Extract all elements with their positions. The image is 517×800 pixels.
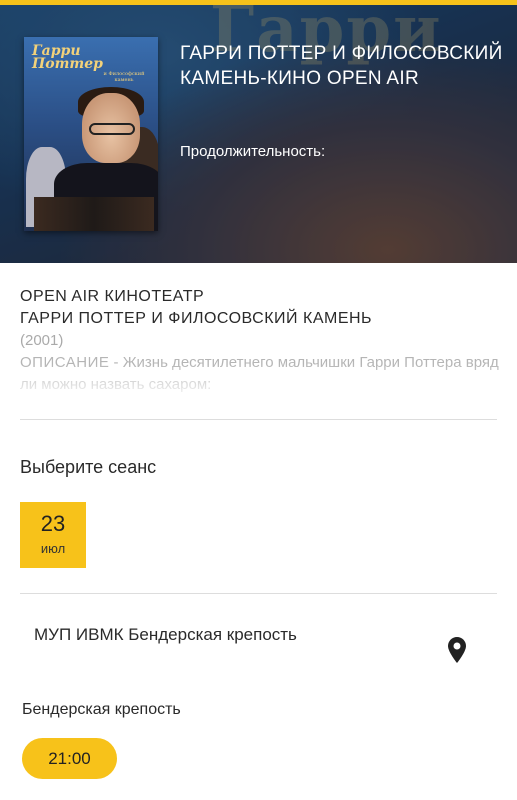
date-chip[interactable]: 23 июл [20,502,86,568]
poster-group [34,197,154,231]
map-pin-icon[interactable] [448,637,466,663]
duration-label: Продолжительность: [180,143,326,160]
date-month: июл [40,541,66,556]
movie-title: ГАРРИ ПОТТЕР И ФИЛОСОВСКИЙ КАМЕНЬ-КИНО O… [180,43,503,89]
hall-name: Бендерская крепость [22,701,181,718]
divider [20,593,497,594]
poster-glasses [89,123,135,135]
venue-name: МУП ИВМК Бендерская крепость [34,625,297,644]
movie-header: Гарри Гарри Поттер и Философский камень … [0,0,517,263]
cinema-name: OPEN AIR КИНОТЕАТР [20,288,205,305]
showtime-button[interactable]: 21:00 [22,738,117,779]
date-day: 23 [40,511,66,536]
movie-info[interactable]: OPEN AIR КИНОТЕАТР ГАРРИ ПОТТЕР И ФИЛОСО… [20,286,500,396]
film-year: (2001) [20,332,64,349]
poster-logo: Гарри Поттер [32,43,103,72]
movie-poster[interactable]: Гарри Поттер и Философский камень [24,37,158,231]
description-fade [20,364,500,396]
film-name: ГАРРИ ПОТТЕР И ФИЛОСОВСКИЙ КАМЕНЬ [20,310,373,327]
top-accent-strip [0,0,517,5]
poster-subtitle: и Философский камень [103,71,145,83]
choose-session-title: Выберите сеанс [20,457,157,477]
divider [20,419,497,420]
